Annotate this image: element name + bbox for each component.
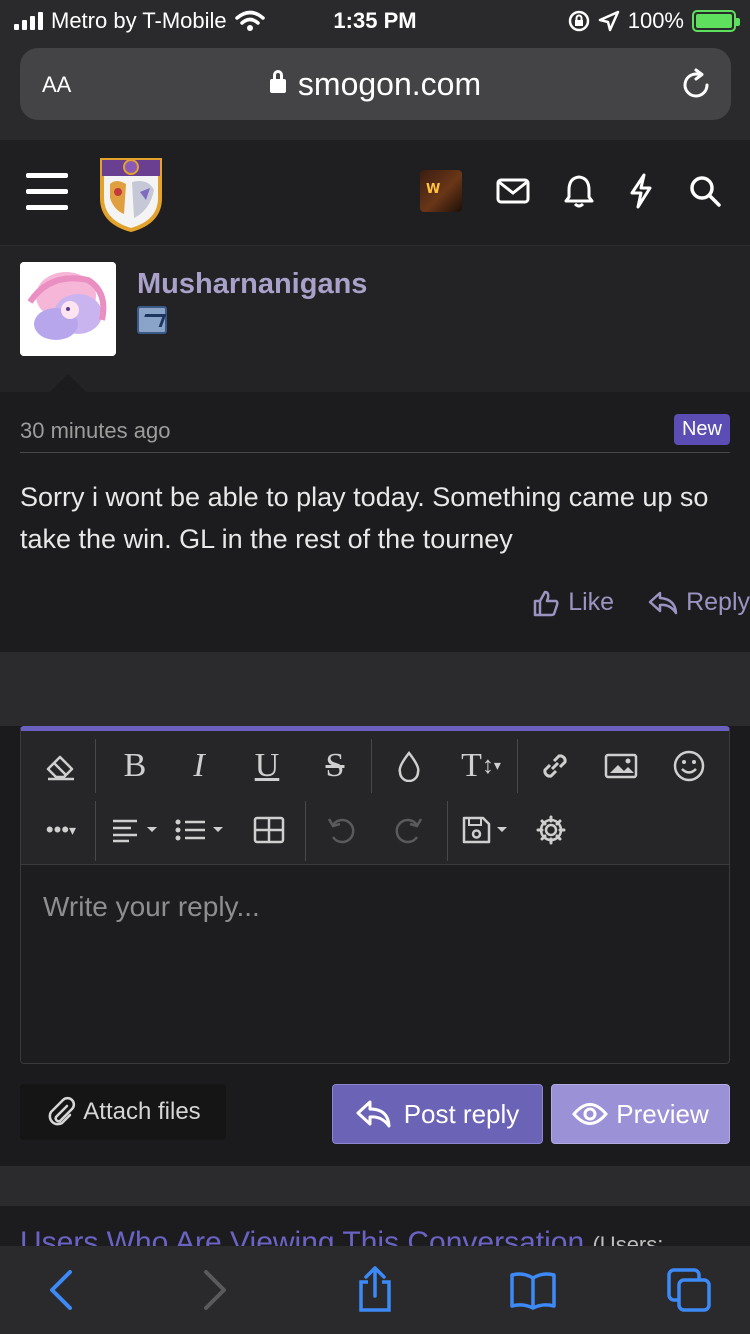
more-icon[interactable]: ••• ▾ — [31, 805, 91, 855]
lightning-icon[interactable] — [628, 173, 654, 209]
post-user-block: Musharnanigans — [0, 246, 750, 392]
align-icon[interactable] — [107, 805, 165, 855]
toolbar-separator — [305, 801, 306, 861]
browser-url-area: AA smogon.com — [0, 40, 750, 140]
reply-button[interactable]: Reply — [648, 588, 750, 617]
share-icon[interactable] — [350, 1266, 400, 1314]
toolbar-separator — [447, 801, 448, 861]
bookmarks-icon[interactable] — [508, 1266, 558, 1314]
reply-editor[interactable]: B I U S T ↕ ▾ ••• ▾ Write your reply... — [20, 726, 730, 1064]
battery-icon — [692, 10, 740, 32]
drafts-icon[interactable] — [459, 805, 517, 855]
smiley-icon[interactable] — [667, 741, 711, 791]
user-badge-icon — [137, 306, 167, 334]
settings-icon[interactable] — [529, 805, 573, 855]
editor-toolbar: B I U S T ↕ ▾ ••• ▾ — [21, 731, 729, 865]
strikethrough-icon[interactable]: S — [313, 741, 357, 791]
username[interactable]: Musharnanigans — [137, 268, 367, 301]
url-domain[interactable]: smogon.com — [20, 66, 731, 103]
location-icon — [598, 10, 619, 32]
rotation-lock-icon — [568, 10, 589, 32]
toolbar-separator — [371, 739, 372, 793]
post-text: Sorry i wont be able to play today. Some… — [20, 482, 709, 554]
undo-icon[interactable] — [319, 805, 363, 855]
preview-label: Preview — [616, 1098, 709, 1129]
site-header: W — [0, 140, 750, 246]
header-icons: W — [420, 170, 722, 212]
reply-input-placeholder[interactable]: Write your reply... — [43, 891, 260, 923]
viewing-heading[interactable]: Users Who Are Viewing This Conversation … — [20, 1226, 663, 1246]
status-right: 100% — [568, 8, 740, 34]
table-icon[interactable] — [247, 805, 291, 855]
reply-label: Reply — [686, 588, 750, 616]
address-bar[interactable]: AA smogon.com — [20, 48, 731, 120]
lock-icon — [269, 70, 286, 93]
color-drop-icon[interactable] — [389, 741, 429, 791]
message-caret — [50, 374, 86, 392]
post-reply-label: Post reply — [403, 1098, 520, 1129]
menu-icon[interactable] — [26, 173, 68, 211]
redo-icon[interactable] — [387, 805, 431, 855]
viewing-count: (Users: — [592, 1232, 664, 1246]
reply-icon — [356, 1100, 391, 1128]
like-button[interactable]: Like — [532, 588, 614, 617]
viewing-section: Users Who Are Viewing This Conversation … — [0, 1206, 750, 1246]
reply-icon — [648, 591, 678, 614]
thumbs-up-icon — [533, 590, 559, 616]
toolbar-separator — [95, 801, 96, 861]
post-divider — [20, 452, 730, 453]
post-body: 30 minutes ago New Sorry i wont be able … — [0, 392, 750, 652]
smogon-logo[interactable] — [96, 154, 166, 232]
toolbar-separator — [517, 739, 518, 793]
tabs-icon[interactable] — [664, 1266, 714, 1314]
attach-files-button[interactable]: Attach files — [20, 1084, 226, 1140]
separator — [0, 1166, 750, 1206]
underline-icon[interactable]: U — [245, 741, 289, 791]
bell-icon[interactable] — [564, 174, 594, 208]
bold-icon[interactable]: B — [113, 741, 157, 791]
image-icon[interactable] — [599, 741, 643, 791]
user-avatar[interactable] — [20, 262, 116, 356]
post-timestamp[interactable]: 30 minutes ago — [20, 418, 170, 444]
account-avatar[interactable]: W — [420, 170, 462, 212]
like-label: Like — [568, 588, 615, 616]
search-icon[interactable] — [688, 174, 722, 208]
status-bar: Metro by T-Mobile 1:35 PM 100% — [0, 0, 750, 40]
browser-bottom-bar — [0, 1246, 750, 1334]
domain-text: smogon.com — [297, 66, 482, 102]
reload-icon[interactable] — [679, 68, 713, 102]
forward-icon[interactable] — [190, 1266, 240, 1314]
new-badge: New — [673, 414, 730, 445]
italic-icon[interactable]: I — [177, 741, 221, 791]
list-icon[interactable] — [173, 805, 231, 855]
post-reply-button[interactable]: Post reply — [332, 1084, 543, 1144]
battery-percent: 100% — [627, 8, 684, 33]
toolbar-separator — [95, 739, 96, 793]
inbox-icon[interactable] — [496, 177, 530, 205]
post-actions: Like Reply — [532, 588, 750, 617]
attach-files-label: Attach files — [83, 1098, 201, 1125]
user-avatar-image — [20, 262, 116, 356]
paperclip-icon — [48, 1096, 76, 1126]
back-icon[interactable] — [36, 1266, 86, 1314]
eye-icon — [572, 1103, 609, 1125]
viewing-link-text[interactable]: Users Who Are Viewing This Conversation — [20, 1226, 584, 1246]
font-size-icon[interactable]: T ↕ ▾ — [449, 741, 513, 791]
preview-button[interactable]: Preview — [551, 1084, 730, 1144]
eraser-icon[interactable] — [39, 741, 83, 791]
separator — [0, 652, 750, 726]
link-icon[interactable] — [533, 741, 577, 791]
